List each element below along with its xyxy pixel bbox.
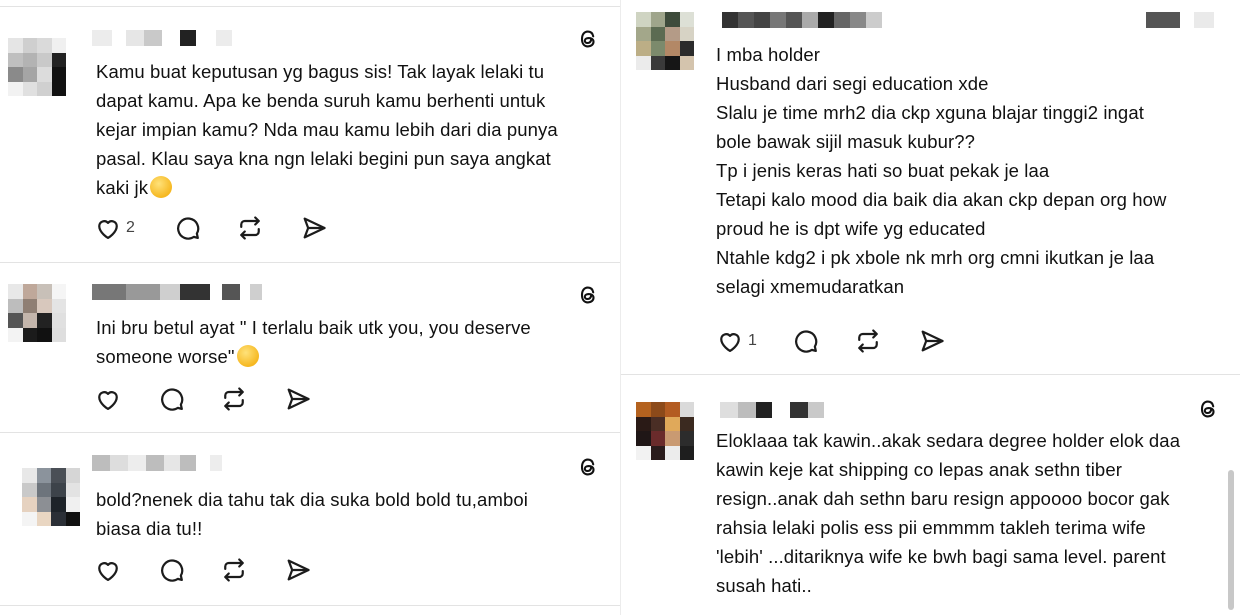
post-text-line: kaki jk — [96, 173, 558, 202]
like-button[interactable] — [94, 555, 122, 585]
post-text-line: I mba holder — [716, 44, 821, 65]
post-text-line: selagi xmemudaratkan — [716, 276, 905, 297]
heart-icon — [94, 214, 122, 242]
comment-icon — [792, 327, 820, 355]
comment-icon — [158, 556, 186, 584]
threads-logo-icon[interactable] — [576, 27, 600, 51]
post-text: I mba holder Husband dari segi education … — [716, 40, 1167, 301]
relieved-face-emoji — [150, 176, 173, 198]
heart-icon — [716, 327, 744, 355]
post-text-line: bold?nenek dia tahu tak dia suka bold bo… — [96, 489, 528, 510]
repost-icon — [854, 327, 882, 355]
comment-icon — [174, 214, 202, 242]
send-icon — [300, 214, 328, 242]
left-screenshot-panel: Kamu buat keputusan yg bagus sis! Tak la… — [0, 0, 620, 615]
like-button[interactable] — [94, 384, 122, 414]
repost-icon — [236, 214, 264, 242]
username-redacted[interactable] — [92, 284, 262, 300]
post-actions: 1 — [716, 326, 976, 356]
post-separator — [0, 432, 620, 433]
repost-icon — [220, 385, 248, 413]
post-actions — [94, 384, 354, 414]
post-text: Eloklaaa tak kawin..akak sedara degree h… — [716, 426, 1180, 600]
post-text-line: kawin keje kat shipping co lepas anak se… — [716, 459, 1122, 480]
share-button[interactable] — [300, 213, 328, 243]
avatar[interactable] — [636, 12, 694, 70]
like-count: 2 — [126, 219, 135, 236]
username-redacted[interactable] — [92, 30, 232, 46]
repost-button[interactable] — [220, 384, 248, 414]
send-icon — [918, 327, 946, 355]
timestamp-redacted[interactable] — [1146, 12, 1214, 28]
comment-icon — [158, 385, 186, 413]
avatar[interactable] — [22, 468, 80, 526]
reply-button[interactable] — [158, 384, 186, 414]
username-redacted[interactable] — [722, 12, 882, 28]
share-button[interactable] — [918, 326, 946, 356]
post-text-line: susah hati.. — [716, 575, 812, 596]
post-text-line: pasal. Klau saya kna ngn lelaki begini p… — [96, 148, 551, 169]
post-text-line: Ini bru betul ayat " I terlalu baik utk … — [96, 317, 531, 338]
grinning-sweat-emoji — [236, 345, 259, 367]
post-text-line: someone worse" — [96, 342, 531, 371]
post-actions — [94, 555, 354, 585]
username-redacted[interactable] — [92, 455, 222, 471]
post-text-line: dapat kamu. Apa ke benda suruh kamu berh… — [96, 90, 546, 111]
post-text-line: Kamu buat keputusan yg bagus sis! Tak la… — [96, 61, 545, 82]
threads-logo-icon[interactable] — [576, 283, 600, 307]
post-text-line: Tetapi kalo mood dia baik dia akan ckp d… — [716, 189, 1167, 210]
post-separator — [0, 605, 620, 606]
send-icon — [284, 556, 312, 584]
post-text-line: Eloklaaa tak kawin..akak sedara degree h… — [716, 430, 1181, 451]
panel-seam — [620, 0, 621, 615]
send-icon — [284, 385, 312, 413]
post-separator — [0, 262, 620, 263]
post-text-line: rahsia lelaki polis ess pii emmmm takleh… — [716, 517, 1146, 538]
heart-icon — [94, 556, 122, 584]
repost-icon — [220, 556, 248, 584]
threads-logo-icon[interactable] — [1196, 397, 1220, 421]
reply-button[interactable] — [174, 213, 202, 243]
repost-button[interactable] — [854, 326, 882, 356]
share-button[interactable] — [284, 384, 312, 414]
share-button[interactable] — [284, 555, 312, 585]
username-redacted[interactable] — [720, 402, 824, 418]
reply-button[interactable] — [158, 555, 186, 585]
post-text-line: Slalu je time mrh2 dia ckp xguna blajar … — [716, 102, 1144, 123]
avatar[interactable] — [636, 402, 694, 460]
post-text-line: kejar impian kamu? Nda mau kamu lebih da… — [96, 119, 558, 140]
scrollbar[interactable] — [1228, 470, 1234, 610]
post-separator — [0, 6, 620, 7]
repost-button[interactable] — [220, 555, 248, 585]
post-text: Kamu buat keputusan yg bagus sis! Tak la… — [96, 57, 558, 202]
post-text: Ini bru betul ayat " I terlalu baik utk … — [96, 313, 531, 371]
threads-logo-icon[interactable] — [576, 455, 600, 479]
post-text-line: Tp i jenis keras hati so buat pekak je l… — [716, 160, 1050, 181]
post-text-line: resign..anak dah sethn baru resign appoo… — [716, 488, 1170, 509]
repost-button[interactable] — [236, 213, 264, 243]
post-separator — [620, 374, 1240, 375]
post-text-line: biasa dia tu!! — [96, 518, 203, 539]
post-text-line: proud he is dpt wife yg educated — [716, 218, 986, 239]
reply-button[interactable] — [792, 326, 820, 356]
post-text-line: Husband dari segi education xde — [716, 73, 989, 94]
like-button[interactable]: 2 — [94, 213, 135, 243]
post-actions: 2 — [94, 213, 354, 243]
like-button[interactable]: 1 — [716, 326, 757, 356]
post-text-line: Ntahle kdg2 i pk xbole nk mrh org cmni i… — [716, 247, 1155, 268]
like-count: 1 — [748, 332, 757, 349]
avatar[interactable] — [8, 38, 66, 96]
post-text-line: bole bawak sijil masuk kubur?? — [716, 131, 976, 152]
heart-icon — [94, 385, 122, 413]
right-screenshot-panel: I mba holder Husband dari segi education … — [620, 0, 1240, 615]
post-text-line: 'lebih' ...ditariknya wife ke bwh bagi s… — [716, 546, 1166, 567]
avatar[interactable] — [8, 284, 66, 342]
post-text: bold?nenek dia tahu tak dia suka bold bo… — [96, 485, 528, 543]
